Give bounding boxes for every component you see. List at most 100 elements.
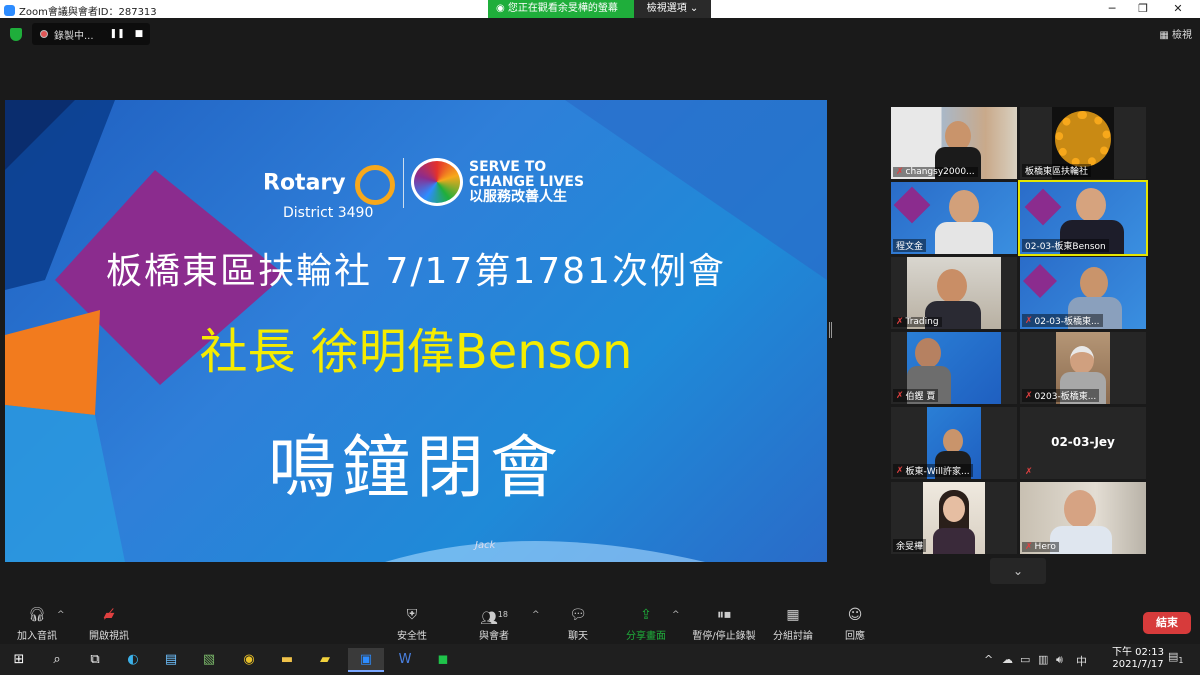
notification-center-icon[interactable]: ▤1 xyxy=(1168,650,1184,665)
ime-indicator[interactable]: 中 xyxy=(1076,653,1087,669)
video-off-name: 02-03-Jey xyxy=(1051,435,1115,449)
participant-name-label: 板橋東區扶輪社 xyxy=(1022,164,1092,177)
share-screen-button[interactable]: ⇪ 分享畫面 xyxy=(622,606,670,642)
word-icon[interactable]: W xyxy=(390,648,420,672)
file-explorer-icon[interactable]: ▬ xyxy=(272,648,302,672)
muted-mic-icon: ✗ xyxy=(896,317,904,327)
record-dot-icon xyxy=(40,30,48,38)
view-options-button[interactable]: 檢視選項 ⌄ xyxy=(634,0,711,18)
share-options-caret-icon[interactable]: ^ xyxy=(672,610,680,620)
participant-name-label: 程文金 xyxy=(893,239,927,252)
participants-icon: 👥︎18 xyxy=(480,610,508,627)
end-meeting-button[interactable]: 結束 xyxy=(1143,612,1191,634)
participant-face xyxy=(1064,490,1096,528)
edge-browser-icon[interactable]: ◐ xyxy=(118,648,148,672)
shared-screen: Rotary District 3490 SERVE TO CHANGE LIV… xyxy=(5,100,827,562)
participant-tile[interactable]: ✗ Trading xyxy=(891,257,1017,329)
participant-tile[interactable]: ✗ 02-03-板橋東... xyxy=(1020,257,1146,329)
participant-face xyxy=(1080,267,1108,299)
windows-start-icon[interactable]: ⊞ xyxy=(4,648,34,672)
muted-mic-icon: ✗ xyxy=(1025,542,1033,552)
muted-mic-icon: ✗ xyxy=(1025,390,1033,401)
security-button[interactable]: ⛨ 安全性 xyxy=(390,606,434,642)
participants-options-caret-icon[interactable]: ^ xyxy=(532,610,540,620)
reactions-button[interactable]: ☺ 回應 xyxy=(836,606,874,642)
shield-icon: ⛨ xyxy=(406,607,418,623)
encryption-shield-icon[interactable] xyxy=(10,28,22,41)
participant-tile[interactable]: ✗ 伯鏗 賈 xyxy=(891,332,1017,404)
participant-face xyxy=(1076,188,1106,222)
participant-name-label: 02-03-板東Benson xyxy=(1022,239,1109,252)
participant-tile[interactable]: ✗ changsy2000... xyxy=(891,107,1017,179)
breakout-rooms-button[interactable]: ▦ 分組討論 xyxy=(770,606,816,642)
slide-president: 社長 徐明偉Benson xyxy=(199,324,633,380)
participant-name-label: 余旻樺 xyxy=(893,539,927,552)
participant-mute-status: ✗ xyxy=(1022,467,1036,477)
participant-face xyxy=(937,269,967,303)
participant-tile[interactable]: ✗ Hero xyxy=(1020,482,1146,554)
task-view-icon[interactable]: ⧉ xyxy=(80,648,110,672)
participant-tile[interactable]: ✗ 0203-板橋東... xyxy=(1020,332,1146,404)
slide-title: 板橋東區扶輪社 7/17第1781次例會 xyxy=(106,251,726,292)
meeting-area: 錄製中... ❚❚ ■ ▦ 檢視 Rotary District 3490 SE… xyxy=(0,18,1200,606)
video-off-icon: ▰̸ xyxy=(103,607,115,623)
line-app-icon[interactable]: ◼ xyxy=(428,648,458,672)
tray-expand-icon[interactable]: ^ xyxy=(984,653,993,666)
share-arrow-icon: ⇪ xyxy=(640,607,652,623)
search-icon[interactable]: ⌕ xyxy=(42,648,72,672)
participant-tile[interactable]: 板橋東區扶輪社 xyxy=(1020,107,1146,179)
view-mode-button[interactable]: ▦ 檢視 xyxy=(1159,26,1192,41)
chrome-icon[interactable]: ◉ xyxy=(234,648,264,672)
chat-bubble-icon: 💬︎ xyxy=(569,607,587,623)
participant-face xyxy=(1070,346,1094,374)
viewing-notice: ◉ 您正在觀看余旻樺的螢幕 xyxy=(488,0,634,18)
join-audio-button[interactable]: 🎧︎ 加入音訊 xyxy=(12,606,62,642)
meeting-toolbar: 🎧︎ 加入音訊 ^ ▰̸ 開啟視訊 ⛨ 安全性 👥︎18 與會者 ^ 💬︎ 聊天… xyxy=(0,606,1200,644)
network-icon[interactable]: ▥ xyxy=(1038,653,1048,666)
participant-body xyxy=(1050,526,1112,554)
participant-tile[interactable]: 余旻樺 xyxy=(891,482,1017,554)
participant-body xyxy=(935,222,993,254)
split-resize-handle[interactable] xyxy=(829,322,832,338)
system-clock[interactable]: 下午 02:13 2021/7/17 xyxy=(1112,647,1164,671)
active-speaker-tile[interactable]: 02-03-板東Benson xyxy=(1018,180,1148,256)
next-page-chevron-down-icon[interactable]: ⌄ xyxy=(990,558,1046,584)
window-title: Zoom會議與會者ID：287313 xyxy=(4,3,157,18)
volume-icon[interactable]: 🔊︎ xyxy=(1056,653,1063,667)
muted-mic-icon: ✗ xyxy=(896,390,904,401)
logo-divider xyxy=(403,158,404,208)
district-label: District 3490 xyxy=(283,205,374,221)
sticky-notes-icon[interactable]: ▰ xyxy=(310,648,340,672)
participant-tile[interactable]: 02-03-Jey ✗ xyxy=(1020,407,1146,479)
close-button[interactable]: ✕ xyxy=(1156,0,1200,18)
signature: Jack xyxy=(475,540,496,551)
onedrive-icon[interactable]: ☁ xyxy=(1002,653,1013,666)
participant-tile[interactable]: ✗ 板東-Will許家... xyxy=(891,407,1017,479)
app-icon[interactable]: ▤ xyxy=(156,648,186,672)
participants-button[interactable]: 👥︎18 與會者 xyxy=(472,606,516,642)
clock-time: 下午 02:13 xyxy=(1112,647,1164,658)
zoom-taskbar-icon[interactable]: ▣ xyxy=(348,648,384,672)
recording-indicator: 錄製中... ❚❚ ■ xyxy=(32,23,150,45)
pause-stop-recording-button[interactable]: ⏸︎⏹︎ 暫停/停止錄製 xyxy=(688,606,760,642)
participant-face xyxy=(949,190,979,224)
serve-to-change-lives: SERVE TO CHANGE LIVES 以服務改善人生 xyxy=(469,159,585,205)
participant-name-label: ✗ changsy2000... xyxy=(893,167,978,177)
photos-icon[interactable]: ▧ xyxy=(194,648,224,672)
rotary-logo: Rotary District 3490 xyxy=(263,165,395,221)
participant-body xyxy=(933,528,975,554)
participant-name-label: ✗ Hero xyxy=(1022,542,1059,552)
clock-date: 2021/7/17 xyxy=(1112,659,1164,670)
participant-tile[interactable]: 程文金 xyxy=(891,182,1017,254)
notification-count: 1 xyxy=(1178,656,1184,666)
tray-app-icon[interactable]: ▭ xyxy=(1020,653,1030,666)
participant-name-label: ✗ 02-03-板橋東... xyxy=(1022,314,1103,327)
chat-button[interactable]: 💬︎ 聊天 xyxy=(556,606,600,642)
start-video-button[interactable]: ▰̸ 開啟視訊 xyxy=(84,606,134,642)
title-bar: Zoom會議與會者ID：287313 ◉ 您正在觀看余旻樺的螢幕 檢視選項 ⌄ … xyxy=(0,0,1200,18)
participant-face xyxy=(943,496,965,522)
participant-name-label: ✗ 伯鏗 賈 xyxy=(893,389,939,402)
audio-options-caret-icon[interactable]: ^ xyxy=(57,610,65,620)
stop-recording-button[interactable]: ■ xyxy=(135,29,144,39)
pause-recording-button[interactable]: ❚❚ xyxy=(110,29,125,39)
